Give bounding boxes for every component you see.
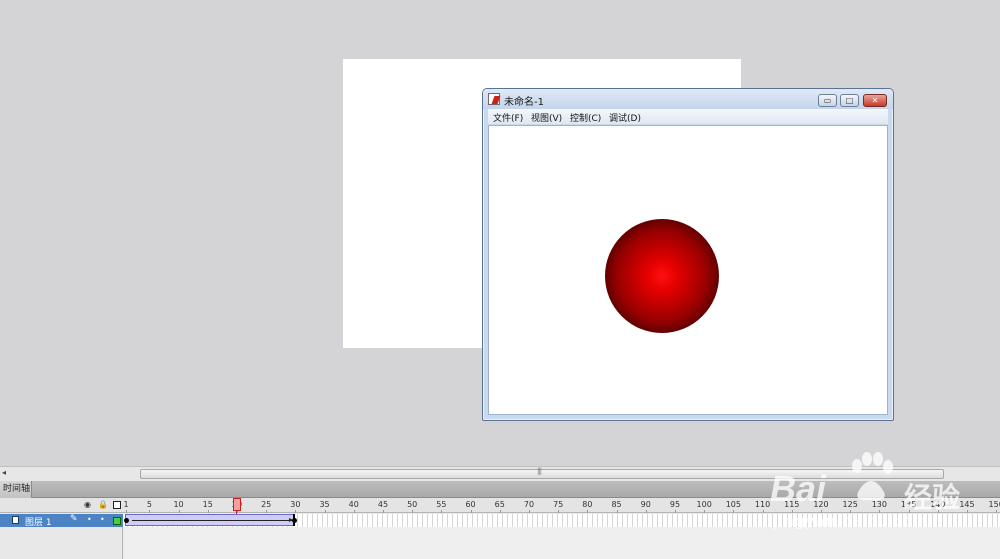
pencil-edit-icon: ✎ <box>70 514 78 524</box>
ruler-tick <box>441 510 443 513</box>
layer-page-icon <box>12 516 19 524</box>
window-titlebar[interactable]: 未命名-1 ▭ □ ✕ <box>483 89 893 109</box>
layer-list-empty-area <box>0 527 123 559</box>
ruler-tick <box>733 510 735 513</box>
ruler-tick <box>207 510 209 513</box>
ruler-label: 105 <box>725 500 741 509</box>
ruler-tick <box>587 510 589 513</box>
ruler-label: 70 <box>523 500 535 509</box>
close-button[interactable]: ✕ <box>863 94 887 107</box>
start-keyframe[interactable] <box>124 518 129 523</box>
layer-lock-dot[interactable]: • <box>100 515 105 524</box>
ruler-label: 45 <box>377 500 389 509</box>
baidu-jingyan-watermark: Bai 经验 jingyan.baidu.com <box>770 450 1000 540</box>
preview-content <box>488 125 888 415</box>
ruler-tick <box>674 510 676 513</box>
ruler-label: 25 <box>261 500 272 509</box>
ruler-label: 100 <box>696 500 712 509</box>
ruler-tick <box>704 510 706 513</box>
ruler-label: 10 <box>173 500 184 509</box>
ruler-tick <box>266 510 268 513</box>
scroll-left-arrow-icon[interactable]: ◂ <box>2 468 6 477</box>
ruler-tick <box>762 510 764 513</box>
ruler-label: 50 <box>407 500 418 509</box>
tab-timeline[interactable]: 时间轴 <box>0 481 32 498</box>
ruler-label: 75 <box>553 500 564 509</box>
layer-label-cell[interactable]: 图层 1 ✎ • • <box>0 514 123 528</box>
ruler-tick <box>178 510 180 513</box>
ruler-tick <box>616 510 618 513</box>
ruler-label: 60 <box>465 500 476 509</box>
playhead[interactable] <box>233 498 241 511</box>
ruler-label: 80 <box>582 500 593 509</box>
tween-arrow-icon <box>132 518 293 522</box>
ruler-label: 1 <box>123 500 129 509</box>
outline-layers-icon[interactable] <box>113 501 121 509</box>
ruler-tick <box>353 510 355 513</box>
window-menubar: 文件(F) 视图(V) 控制(C) 调试(D) <box>488 109 888 124</box>
ruler-tick <box>295 510 297 513</box>
ruler-tick <box>149 510 151 513</box>
layer-visibility-dot[interactable]: • <box>87 515 92 524</box>
ruler-label: 15 <box>202 500 213 509</box>
ruler-label: 85 <box>611 500 622 509</box>
swf-preview-window[interactable]: 未命名-1 ▭ □ ✕ 文件(F) 视图(V) 控制(C) 调试(D) <box>482 88 894 421</box>
ruler-label: 40 <box>348 500 359 509</box>
ruler-label: 5 <box>146 500 152 509</box>
ruler-tick <box>324 510 326 513</box>
ruler-label: 95 <box>669 500 681 509</box>
ruler-label: 35 <box>319 500 330 509</box>
watermark-brand-latin: Bai <box>770 468 827 509</box>
ruler-label: 55 <box>436 500 447 509</box>
layer-outline-color-swatch[interactable] <box>113 517 121 525</box>
lock-layers-icon[interactable]: 🔒 <box>98 500 108 509</box>
watermark-brand-cn: 经验 <box>904 481 961 514</box>
menu-file[interactable]: 文件(F) <box>493 111 523 124</box>
ruler-label: 30 <box>290 500 301 509</box>
ruler-tick <box>528 510 530 513</box>
ruler-label: 90 <box>640 500 651 509</box>
ruler-tick <box>499 510 501 513</box>
scrollbar-grip-icon: ||| <box>537 467 542 475</box>
ruler-label: 65 <box>494 500 505 509</box>
stage-workspace: 未命名-1 ▭ □ ✕ 文件(F) 视图(V) 控制(C) 调试(D) <box>0 0 1000 466</box>
ruler-tick <box>126 510 127 513</box>
menu-control[interactable]: 控制(C) <box>570 111 601 124</box>
window-title: 未命名-1 <box>504 97 544 108</box>
red-gradient-ball <box>605 219 719 333</box>
ruler-tick <box>470 510 472 513</box>
menu-view[interactable]: 视图(V) <box>531 111 562 124</box>
flash-app-icon <box>488 93 500 105</box>
motion-tween-span[interactable] <box>125 514 295 526</box>
ruler-tick <box>645 510 647 513</box>
maximize-button[interactable]: □ <box>840 94 859 107</box>
ruler-label: 110 <box>754 500 771 509</box>
ruler-tick <box>382 510 384 513</box>
baidu-paw-icon <box>852 452 893 501</box>
ruler-tick <box>412 510 414 513</box>
ruler-tick <box>558 510 560 513</box>
watermark-url: jingyan.baidu.com <box>774 512 930 530</box>
menu-debug[interactable]: 调试(D) <box>609 111 641 124</box>
minimize-button[interactable]: ▭ <box>818 94 837 107</box>
end-keyframe[interactable] <box>292 518 297 523</box>
show-hide-layers-eye-icon[interactable]: ◉ <box>84 500 91 509</box>
